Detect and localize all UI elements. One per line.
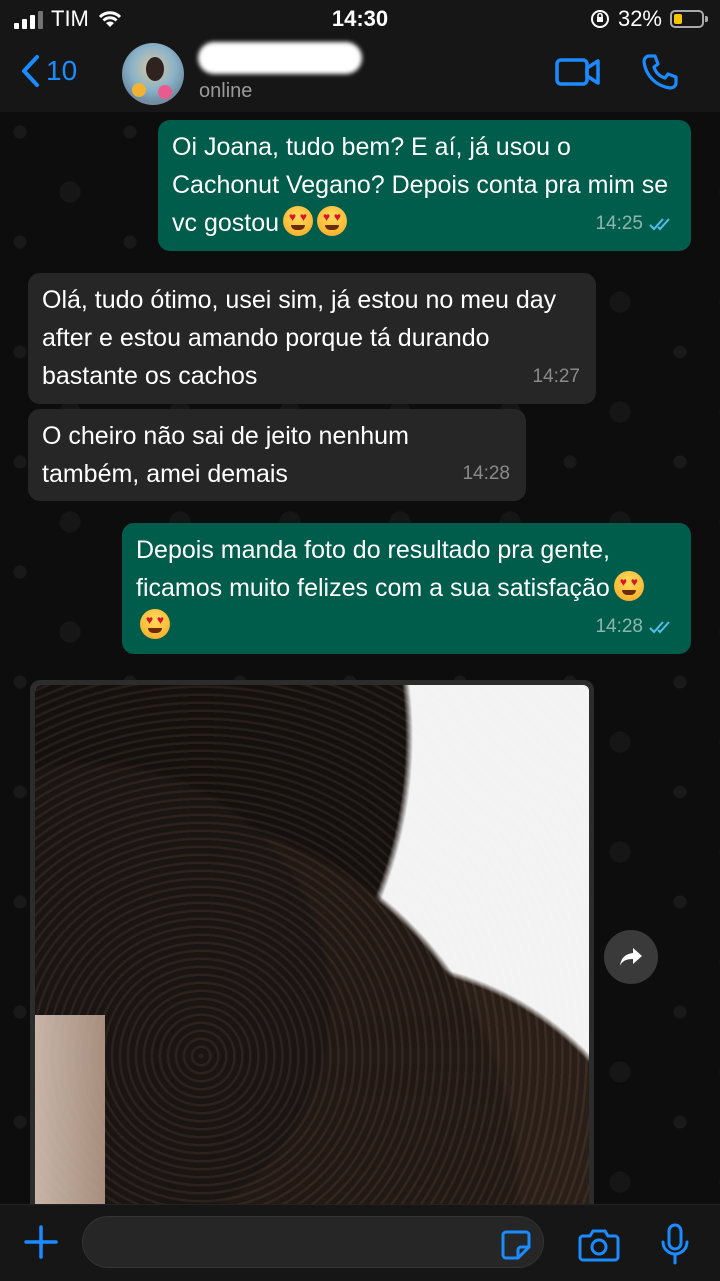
double-check-icon [649, 218, 670, 231]
sticker-icon[interactable] [500, 1229, 532, 1261]
status-bar: TIM 14:30 32% [0, 0, 720, 38]
message-time: 14:28 [462, 463, 510, 484]
back-button[interactable]: 10 [20, 54, 77, 88]
message-time: 14:25 [595, 213, 643, 234]
double-check-icon [649, 621, 670, 634]
heart-eyes-emoji [613, 571, 644, 601]
heart-eyes-emoji [283, 206, 314, 236]
battery-percent: 32% [617, 6, 662, 31]
camera-icon[interactable] [578, 1227, 620, 1263]
contact-name-redacted[interactable] [198, 42, 362, 74]
unread-count: 10 [46, 55, 78, 86]
curly-hair-photo [35, 685, 589, 1204]
message-meta: 14:27 [532, 358, 580, 396]
message-bubble-outgoing[interactable]: Oi Joana, tudo bem? E aí, já usou o Cach… [158, 120, 691, 251]
status-right: 32% [590, 6, 708, 32]
message-time: 14:28 [595, 616, 643, 637]
input-bar [0, 1204, 720, 1281]
microphone-icon[interactable] [660, 1223, 690, 1265]
heart-eyes-emoji [140, 609, 170, 639]
message-meta: 14:25 [595, 205, 675, 243]
video-call-icon[interactable] [555, 52, 601, 92]
battery-icon [670, 10, 708, 28]
message-input[interactable] [82, 1216, 544, 1268]
chat-header: 10 online [0, 38, 720, 113]
share-arrow-icon [620, 948, 642, 966]
battery-fill [674, 14, 682, 24]
forward-button[interactable] [604, 930, 658, 984]
message-text: Oi Joana, tudo bem? E aí, já usou o Cach… [172, 133, 669, 237]
voice-call-icon[interactable] [640, 52, 680, 92]
chat-area[interactable]: Oi Joana, tudo bem? E aí, já usou o Cach… [0, 112, 720, 1204]
message-bubble-incoming[interactable]: O cheiro não sai de jeito nenhum também,… [28, 409, 526, 501]
plus-icon[interactable] [22, 1223, 60, 1261]
message-text: Depois manda foto do resultado pra gente… [136, 536, 610, 602]
heart-eyes-emoji [317, 206, 348, 236]
message-bubble-outgoing[interactable]: Depois manda foto do resultado pra gente… [122, 523, 691, 654]
message-meta: 14:28 [595, 608, 675, 646]
message-bubble-incoming[interactable]: Olá, tudo ótimo, usei sim, já estou no m… [28, 273, 596, 404]
chevron-left-icon [22, 55, 39, 87]
message-meta: 14:28 [462, 455, 510, 493]
message-text: Olá, tudo ótimo, usei sim, já estou no m… [42, 286, 557, 390]
contact-status: online [199, 80, 253, 102]
avatar[interactable] [122, 43, 184, 105]
message-time: 14:27 [532, 366, 580, 387]
orientation-lock-icon [590, 10, 609, 28]
message-text: O cheiro não sai de jeito nenhum também,… [42, 422, 409, 488]
photo-message[interactable] [30, 680, 594, 1204]
